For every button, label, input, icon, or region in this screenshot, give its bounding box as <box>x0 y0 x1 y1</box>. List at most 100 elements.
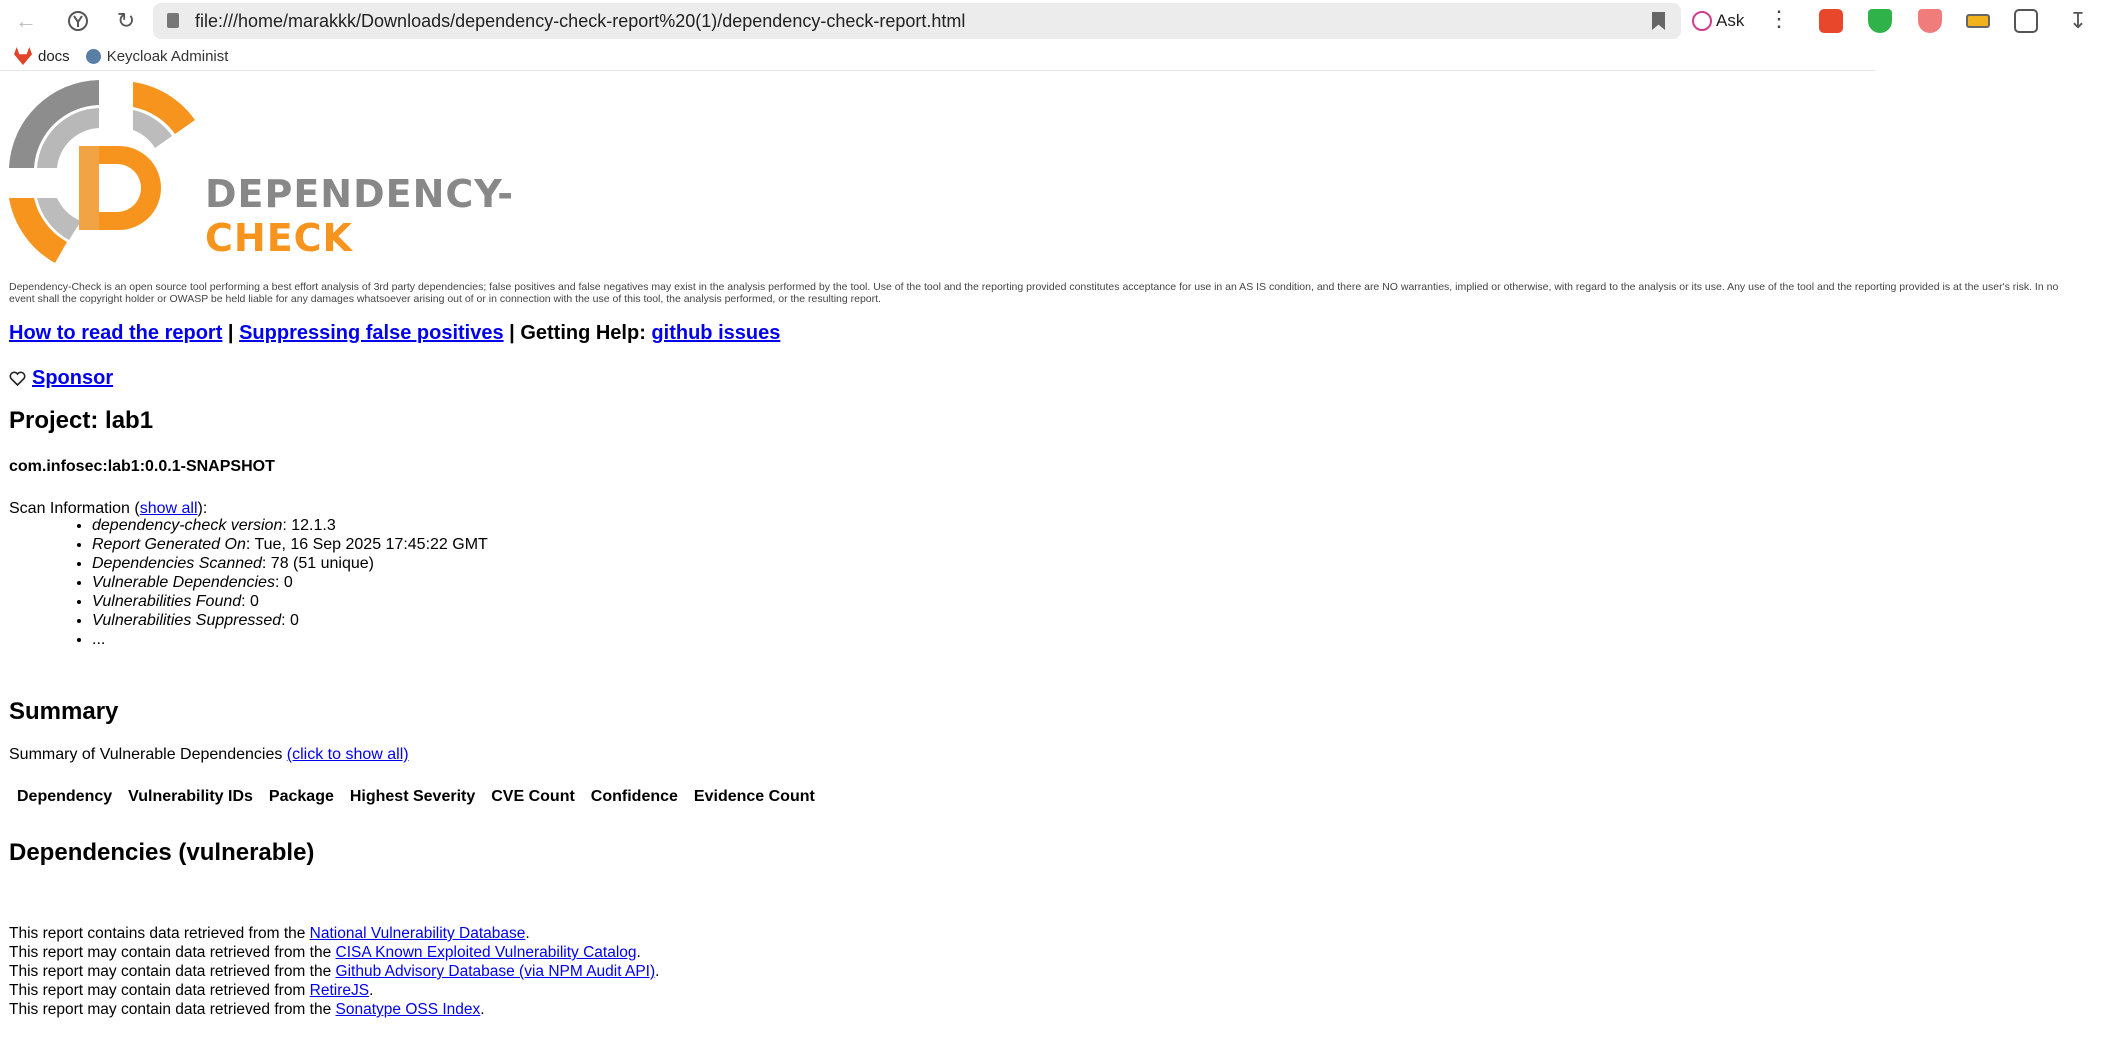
extension-red-icon[interactable] <box>1819 9 1843 33</box>
github-issues-link[interactable]: github issues <box>651 322 780 344</box>
scan-info-prefix: Scan Information ( <box>9 500 140 517</box>
disclaimer: Dependency-Check is an open source tool … <box>9 281 2059 305</box>
footer-text: This report contains data retrieved from… <box>9 925 310 942</box>
column-header[interactable]: Package <box>261 782 342 812</box>
scan-item-value: : 0 <box>274 574 293 591</box>
logo-text: DEPENDENCY-CHECK <box>205 172 609 260</box>
nvd-link[interactable]: National Vulnerability Database <box>310 925 526 942</box>
bookmark-label: Keycloak Administ <box>106 47 229 65</box>
click-to-show-all-link[interactable]: (click to show all) <box>287 746 409 763</box>
logo-text-dependency: DEPENDENCY- <box>205 172 515 216</box>
sponsor-link[interactable]: Sponsor <box>32 367 113 390</box>
how-to-read-link[interactable]: How to read the report <box>9 322 222 344</box>
footer-line: This report may contain data retrieved f… <box>9 943 659 962</box>
column-header[interactable]: CVE Count <box>483 782 583 812</box>
url-text[interactable]: file:///home/marakkk/Downloads/dependenc… <box>195 11 965 32</box>
keycloak-icon <box>85 48 101 64</box>
list-item: Report Generated On: Tue, 16 Sep 2025 17… <box>92 535 488 554</box>
ask-label: Ask <box>1716 11 1745 30</box>
logo-text-check: CHECK <box>205 216 353 260</box>
list-item: dependency-check version: 12.1.3 <box>92 516 488 535</box>
getting-help-label: | Getting Help: <box>503 322 652 344</box>
download-icon[interactable]: ↧ <box>2060 3 2096 39</box>
footer-text: This report may contain data retrieved f… <box>9 963 336 980</box>
table-header-row: Dependency Vulnerability IDs Package Hig… <box>9 782 823 812</box>
scan-item-key: Report Generated On <box>92 536 246 553</box>
column-header[interactable]: Evidence Count <box>686 782 823 812</box>
help-links: How to read the report | Suppressing fal… <box>9 322 780 345</box>
scan-item-value: : 0 <box>241 593 259 610</box>
bookmark-icon[interactable] <box>1652 12 1665 30</box>
summary-subtitle: Summary of Vulnerable Dependencies (clic… <box>9 746 409 764</box>
project-gav: com.infosec:lab1:0.0.1-SNAPSHOT <box>9 458 275 475</box>
ask-button[interactable]: Ask <box>1692 4 1744 38</box>
scan-item-key: Dependencies Scanned <box>92 555 262 572</box>
github-advisory-link[interactable]: Github Advisory Database (via NPM Audit … <box>336 963 656 980</box>
gitlab-icon <box>14 47 32 65</box>
scan-item-key: Vulnerabilities Suppressed <box>92 612 282 629</box>
scan-item-value: : 12.1.3 <box>282 517 336 534</box>
yandex-icon[interactable] <box>60 3 96 39</box>
footer-text: This report may contain data retrieved f… <box>9 944 336 961</box>
scan-item-key: Vulnerable Dependencies <box>92 574 275 591</box>
scan-item-value: : Tue, 16 Sep 2025 17:45:22 GMT <box>245 536 488 553</box>
data-sources-footer: This report contains data retrieved from… <box>9 924 659 1019</box>
column-header[interactable]: Confidence <box>583 782 686 812</box>
column-header[interactable]: Vulnerability IDs <box>120 782 261 812</box>
list-item: Vulnerable Dependencies: 0 <box>92 573 488 592</box>
reload-icon[interactable]: ↻ <box>108 3 144 39</box>
summary-subtitle-text: Summary of Vulnerable Dependencies <box>9 746 287 763</box>
footer-text: This report may contain data retrieved f… <box>9 1001 336 1018</box>
browser-toolbar: ← ↻ file:///home/marakkk/Downloads/depen… <box>0 0 2104 42</box>
bookmark-label: docs <box>38 47 70 65</box>
project-title: Project: lab1 <box>9 407 154 434</box>
show-all-link[interactable]: show all <box>140 500 198 517</box>
address-bar[interactable]: file:///home/marakkk/Downloads/dependenc… <box>153 3 1681 39</box>
list-item: ... <box>92 630 488 649</box>
footer-line: This report may contain data retrieved f… <box>9 1000 659 1019</box>
file-icon <box>167 13 179 28</box>
footer-text: . <box>655 963 660 980</box>
vulnerable-dependencies-heading: Dependencies (vulnerable) <box>9 839 315 866</box>
list-item: Vulnerabilities Found: 0 <box>92 592 488 611</box>
column-header[interactable]: Dependency <box>9 782 120 812</box>
bookmark-keycloak[interactable]: Keycloak Administ <box>85 47 229 65</box>
shield-check-icon[interactable] <box>1868 9 1892 33</box>
scan-item-value: : 78 (51 unique) <box>261 555 374 572</box>
ask-icon <box>1692 11 1712 31</box>
footer-text: This report may contain data retrieved f… <box>9 982 310 999</box>
scan-info-list: dependency-check version: 12.1.3 Report … <box>83 516 488 649</box>
bookmarks-bar: docs Keycloak Administ <box>0 42 1875 71</box>
sonatype-link[interactable]: Sonatype OSS Index <box>336 1001 481 1018</box>
summary-table: Dependency Vulnerability IDs Package Hig… <box>9 782 823 812</box>
footer-text: . <box>369 982 374 999</box>
scan-item-key: Vulnerabilities Found <box>92 593 242 610</box>
back-arrow-icon[interactable]: ← <box>8 3 44 39</box>
suppressing-link[interactable]: Suppressing false positives <box>239 322 504 344</box>
summary-heading: Summary <box>9 698 119 725</box>
cisa-link[interactable]: CISA Known Exploited Vulnerability Catal… <box>336 944 637 961</box>
battery-icon[interactable] <box>1966 14 1990 28</box>
list-item: Dependencies Scanned: 78 (51 unique) <box>92 554 488 573</box>
menu-icon[interactable]: ⋮ <box>1768 6 1790 32</box>
footer-line: This report may contain data retrieved f… <box>9 981 659 1000</box>
shield-block-icon[interactable] <box>1918 9 1942 33</box>
heart-icon <box>9 371 26 386</box>
retirejs-link[interactable]: RetireJS <box>310 982 369 999</box>
separator: | <box>222 322 240 344</box>
sponsor-row: Sponsor <box>9 367 113 390</box>
logo-mark-icon <box>9 80 195 263</box>
scan-item-ellipsis: ... <box>92 631 106 648</box>
scan-info-suffix: ): <box>197 500 208 517</box>
footer-text: . <box>525 925 530 942</box>
footer-line: This report contains data retrieved from… <box>9 924 659 943</box>
column-header[interactable]: Highest Severity <box>342 782 483 812</box>
footer-text: . <box>480 1001 485 1018</box>
footer-text: . <box>636 944 641 961</box>
scan-item-key: dependency-check version <box>92 517 283 534</box>
tabs-icon[interactable] <box>2014 9 2038 33</box>
footer-line: This report may contain data retrieved f… <box>9 962 659 981</box>
dependency-check-logo: DEPENDENCY-CHECK <box>9 80 609 270</box>
scan-item-value: : 0 <box>281 612 299 629</box>
bookmark-docs[interactable]: docs <box>14 47 70 65</box>
